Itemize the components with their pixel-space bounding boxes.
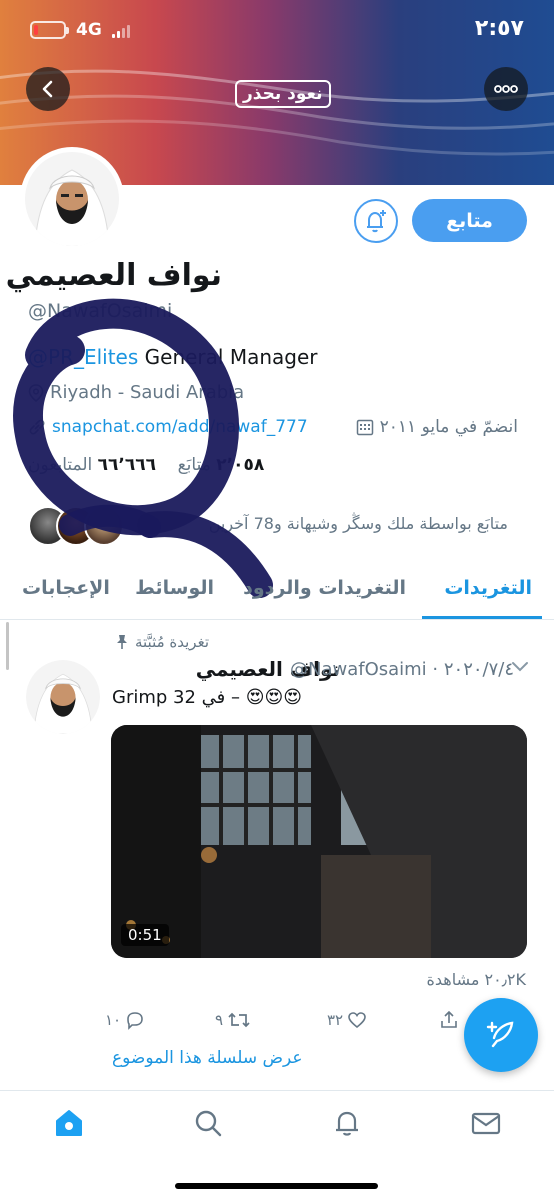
profile-display-name: نواف العصيمي — [5, 258, 222, 293]
battery-icon — [30, 21, 69, 39]
followed-by-avatars[interactable] — [28, 506, 124, 546]
network-type: 4G — [76, 20, 102, 40]
followers-label: المتابعون — [28, 455, 93, 475]
retweet-count: ٩ — [215, 1011, 224, 1029]
battery-level — [34, 25, 38, 35]
like-count: ٣٢ — [327, 1011, 344, 1029]
home-icon[interactable] — [53, 1107, 85, 1139]
tab-tweets-replies[interactable]: التغريدات والردود — [243, 577, 406, 599]
signal-icon — [111, 22, 130, 38]
video-duration: 0:51 — [121, 924, 169, 946]
retweet-button[interactable]: ٩ — [215, 1010, 251, 1030]
bio-mention-link[interactable]: @PR_Elites — [28, 345, 138, 369]
profile-meta-row: snapchat.com/add/nawaf_777 انضمّ في مايو… — [28, 417, 528, 443]
profile-tabs: التغريدات التغريدات والردود الوسائط الإع… — [0, 565, 554, 620]
search-icon[interactable] — [192, 1107, 224, 1139]
pinned-text: تغريدة مُثبَّتة — [134, 633, 209, 651]
link-icon — [29, 419, 45, 435]
tab-likes[interactable]: الإعجابات — [22, 577, 110, 599]
profile-bio: @PR_Elites General Manager — [28, 345, 317, 369]
reply-icon — [127, 1012, 143, 1030]
retweet-icon — [228, 1012, 250, 1028]
active-tab-indicator — [422, 616, 542, 619]
more-options-button[interactable] — [484, 67, 528, 111]
avatar — [84, 506, 124, 546]
following-label: متابَع — [177, 455, 211, 475]
tweet-handle-date: @NawafOsaimi · ٢٠٢٠/٧/٤ — [289, 659, 514, 680]
tab-tweets[interactable]: التغريدات — [444, 577, 532, 599]
followers-count: ٦٦٬٦٦٦ — [97, 455, 156, 475]
pinned-label: تغريدة مُثبَّتة — [115, 633, 209, 651]
tweet-text: 😍😍😍 – في Grimp 32 — [112, 687, 303, 708]
share-icon — [441, 1010, 457, 1028]
joined-text: انضمّ في مايو ٢٠١١ — [379, 417, 518, 437]
profile-website-link[interactable]: snapchat.com/add/nawaf_777 — [28, 417, 308, 437]
brand-logo: نعود بحذر — [235, 80, 331, 108]
tweet-author-photo — [26, 660, 100, 734]
heart-icon — [348, 1012, 366, 1029]
tweet-views: ٢٠٫٢K مشاهدة — [426, 970, 527, 989]
like-button[interactable]: ٣٢ — [327, 1010, 367, 1030]
following-count-link[interactable]: ٢٬٠٥٨ متابَع — [178, 455, 265, 475]
video-thumbnail — [111, 725, 527, 958]
status-indicators: 4G — [30, 20, 130, 40]
status-bar: 4G ٢:٥٧ — [0, 0, 554, 60]
profile-avatar[interactable] — [20, 147, 124, 251]
notifications-icon[interactable] — [331, 1107, 363, 1139]
reply-count: ١٠ — [105, 1011, 122, 1029]
profile-handle: @NawafOsaimi — [28, 300, 173, 322]
chevron-left-icon — [42, 80, 53, 98]
tweet-actions: ١٠ ٩ ٣٢ — [105, 1010, 475, 1038]
website-text[interactable]: snapchat.com/add/nawaf_777 — [52, 417, 308, 437]
profile-location: Riyadh - Saudi Arabia — [28, 382, 244, 403]
messages-icon[interactable] — [470, 1107, 502, 1139]
status-time: ٢:٥٧ — [474, 16, 524, 41]
more-dots-icon — [494, 85, 518, 93]
location-pin-icon — [28, 383, 44, 402]
profile-joined: انضمّ في مايو ٢٠١١ — [356, 417, 518, 437]
followed-by-text[interactable]: متابَع بواسطة ملك وسڴر وشيهانة و78 آخرين — [209, 514, 508, 533]
notifications-toggle-button[interactable] — [354, 199, 398, 243]
home-indicator — [175, 1183, 378, 1189]
followers-count-link[interactable]: ٦٦٬٦٦٦ المتابعون — [28, 455, 156, 475]
follow-counts: ٢٬٠٥٨ متابَع ٦٦٬٦٦٦ المتابعون — [28, 455, 264, 475]
bio-text: General Manager — [138, 345, 318, 369]
following-count: ٢٬٠٥٨ — [216, 455, 265, 475]
back-button[interactable] — [26, 67, 70, 111]
tab-media[interactable]: الوسائط — [135, 577, 214, 599]
calendar-icon — [356, 419, 373, 436]
profile-photo — [25, 152, 119, 246]
compose-icon — [486, 1021, 514, 1048]
tweet-video[interactable]: 0:51 — [111, 725, 527, 958]
chevron-down-icon[interactable] — [510, 660, 530, 674]
compose-tweet-button[interactable] — [464, 998, 538, 1072]
reply-button[interactable]: ١٠ — [105, 1010, 145, 1030]
show-thread-link[interactable]: عرض سلسلة هذا الموضوع — [112, 1048, 303, 1068]
scroll-indicator — [6, 622, 9, 670]
bell-plus-icon — [367, 210, 386, 233]
location-text: Riyadh - Saudi Arabia — [50, 382, 245, 403]
tweet-header: نواف العصيمي @NawafOsaimi · ٢٠٢٠/٧/٤ — [110, 657, 530, 685]
tweet-avatar[interactable] — [26, 660, 100, 734]
pin-icon — [116, 635, 127, 649]
following-button[interactable]: متابع — [412, 199, 527, 242]
share-button[interactable] — [439, 1010, 459, 1030]
